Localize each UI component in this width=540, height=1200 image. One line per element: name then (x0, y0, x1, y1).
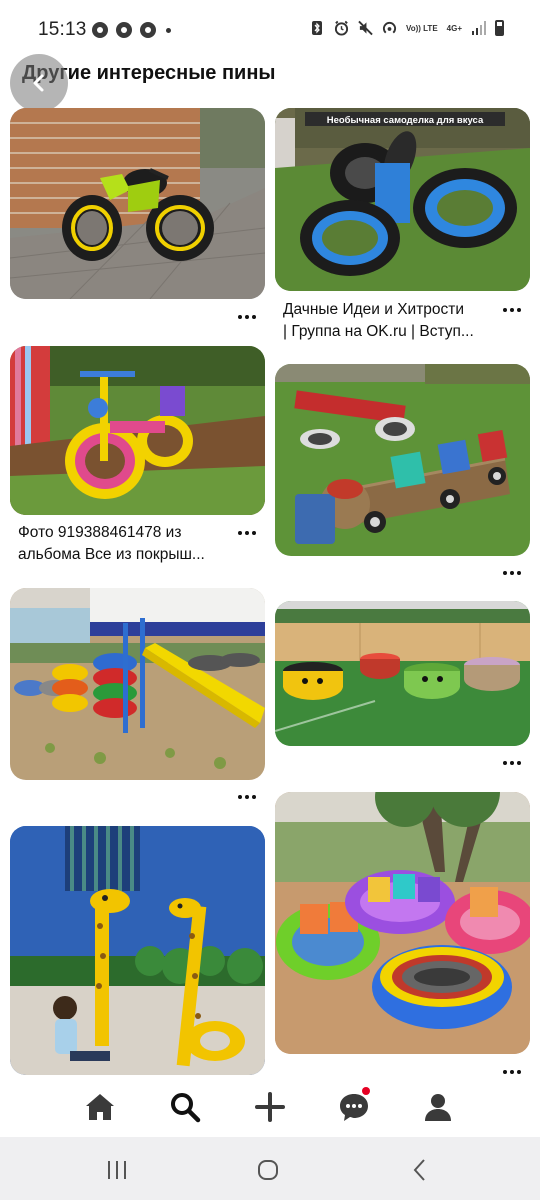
status-bar: 15:13 Vo)) LTE 4G+ (0, 0, 540, 60)
home-icon (86, 1094, 114, 1120)
back-system-button[interactable] (405, 1155, 435, 1185)
pin-caption[interactable]: Дачные Идеи и Хитрости | Группа на OK.ru… (283, 299, 498, 343)
pin-image[interactable] (275, 792, 530, 1054)
back-button[interactable] (10, 54, 68, 112)
hotspot-icon (382, 20, 397, 36)
alarm-icon (334, 20, 349, 36)
pin-caption-line: | Группа на OK.ru | Вступ... (283, 323, 474, 340)
nav-home[interactable] (80, 1087, 120, 1127)
nav-messages[interactable] (334, 1087, 374, 1127)
bluetooth-icon (310, 20, 325, 36)
pin-more-button[interactable] (500, 758, 524, 768)
home-circle-icon (258, 1160, 278, 1180)
chevron-left-icon (33, 74, 44, 92)
signal-icon (471, 20, 486, 36)
home-system-button[interactable] (253, 1155, 283, 1185)
create-icon (255, 1092, 285, 1122)
recents-icon (108, 1161, 126, 1179)
pin-image[interactable] (10, 588, 265, 780)
notification-dot (362, 1087, 370, 1095)
pin-image[interactable] (275, 364, 530, 556)
search-icon (171, 1093, 201, 1123)
nav-create[interactable] (250, 1087, 290, 1127)
pin-image[interactable] (10, 826, 265, 1075)
pin-more-button[interactable] (500, 305, 524, 315)
banner-text: Необычная самоделка для вкуса (327, 115, 484, 126)
4g-icon: 4G+ (446, 23, 462, 33)
chrome-icon (116, 22, 132, 38)
pin-more-button[interactable] (500, 568, 524, 578)
volte-icon: Vo)) LTE (405, 23, 438, 33)
pin-caption-line: Фото 919388461478 из (18, 524, 182, 541)
profile-icon (425, 1094, 451, 1121)
pin-image[interactable] (275, 601, 530, 746)
battery-icon (495, 20, 504, 36)
mute-icon (358, 20, 373, 36)
pin-caption[interactable]: Фото 919388461478 из альбома Все из покр… (18, 522, 233, 566)
more-notifications-dot (166, 27, 171, 33)
pin-caption-line: Дачные Идеи и Хитрости (283, 301, 465, 318)
messages-icon (340, 1094, 368, 1121)
pin-more-button[interactable] (235, 528, 259, 538)
back-icon (413, 1159, 425, 1181)
chrome-icon (140, 22, 156, 38)
pin-more-button[interactable] (235, 312, 259, 322)
status-left-icons (92, 22, 171, 38)
status-time: 15:13 (38, 19, 87, 40)
bottom-nav (0, 1075, 540, 1137)
pin-more-button[interactable] (235, 792, 259, 802)
pin-image[interactable] (10, 108, 265, 299)
nav-profile[interactable] (418, 1087, 458, 1127)
status-right-icons: Vo)) LTE 4G+ (310, 20, 504, 36)
system-nav-bar (0, 1137, 540, 1200)
pin-caption-line: альбома Все из покрыш... (18, 546, 205, 563)
pin-image[interactable] (10, 346, 265, 515)
nav-search[interactable] (165, 1087, 205, 1127)
chrome-icon (92, 22, 108, 38)
recents-button[interactable] (102, 1155, 132, 1185)
pin-image[interactable]: Необычная самоделка для вкуса (275, 108, 530, 291)
